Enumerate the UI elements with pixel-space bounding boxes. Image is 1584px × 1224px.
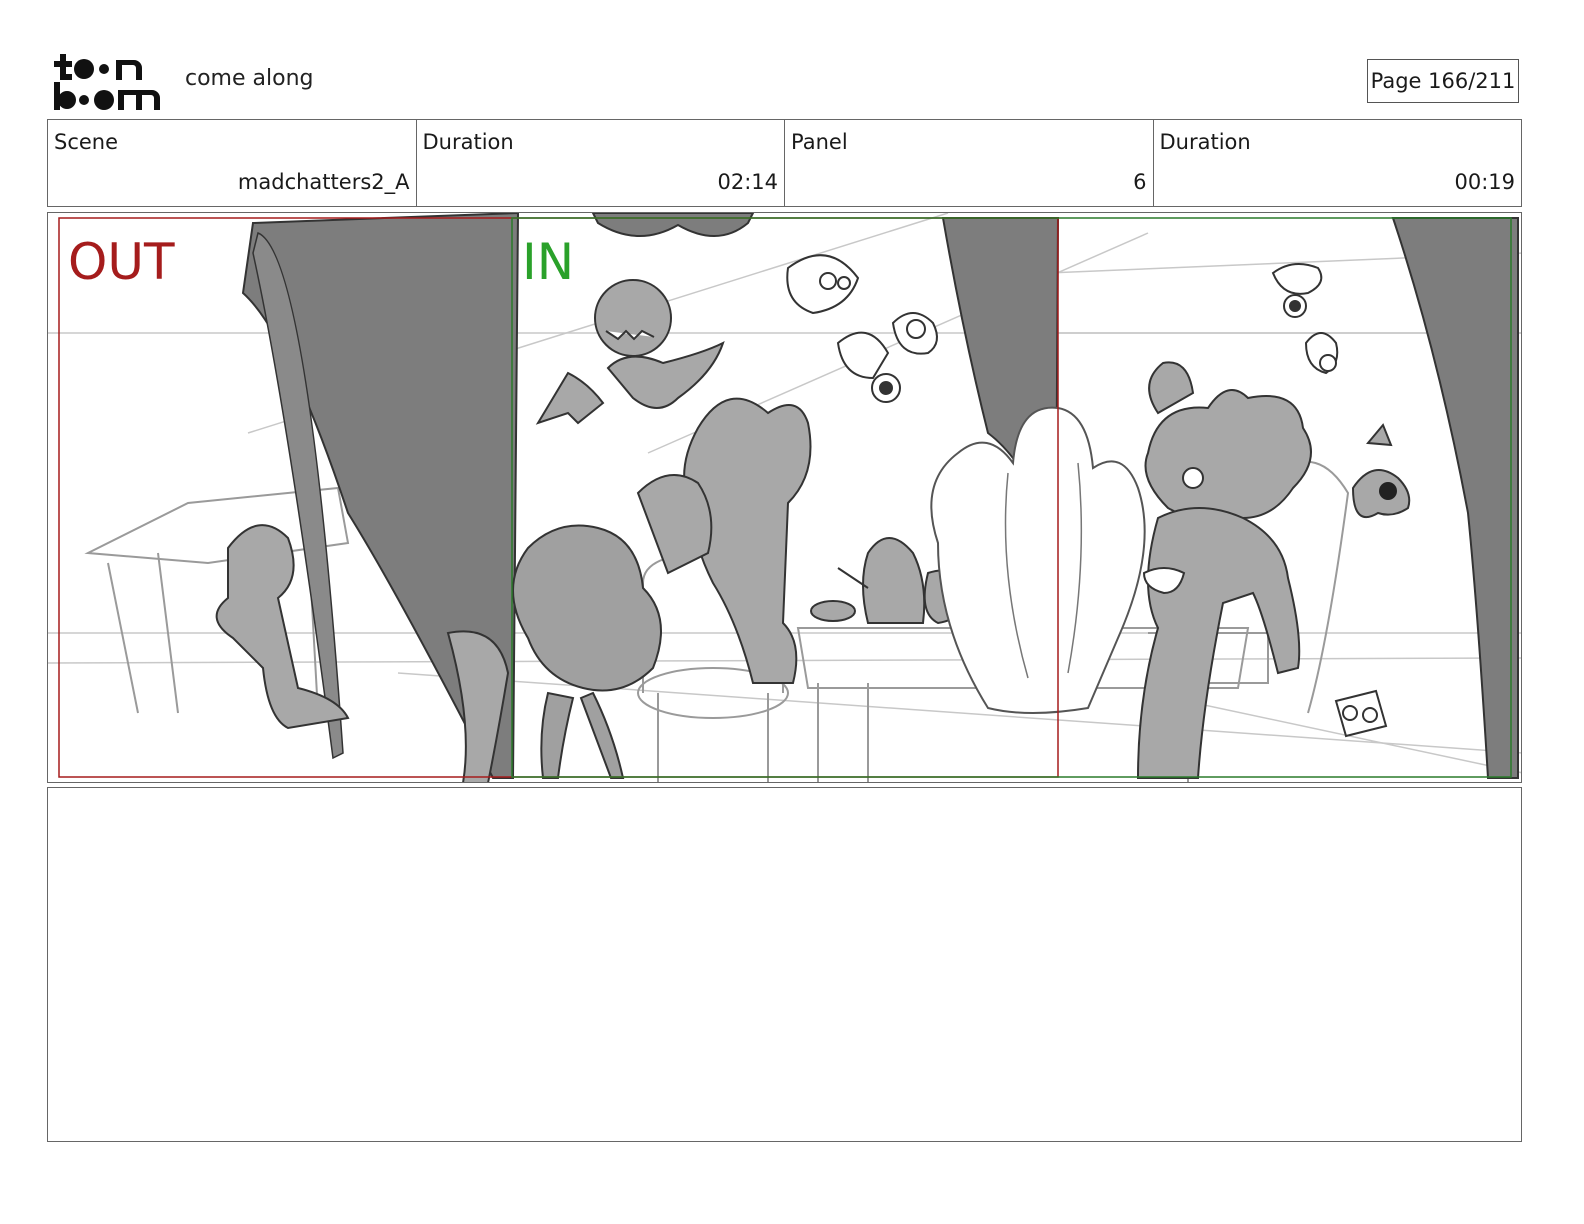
- panel-duration-value: 00:19: [1454, 170, 1515, 194]
- panel-notes-area: [47, 787, 1522, 1142]
- page-indicator: Page 166/211: [1367, 59, 1519, 103]
- panel-duration-cell: Duration 00:19: [1154, 120, 1522, 206]
- in-frame-marker: IN: [522, 233, 575, 291]
- scene-info-table: Scene madchatters2_A Duration 02:14 Pane…: [47, 119, 1522, 207]
- panel-duration-label: Duration: [1159, 130, 1251, 154]
- scene-duration-label: Duration: [422, 130, 514, 154]
- scene-label: Scene: [54, 130, 119, 154]
- scene-cell: Scene madchatters2_A: [48, 120, 417, 206]
- storyboard-panel: OUT IN: [47, 212, 1522, 783]
- out-frame-marker: OUT: [68, 233, 175, 291]
- scene-duration-cell: Duration 02:14: [417, 120, 785, 206]
- scene-value: madchatters2_A: [237, 170, 410, 194]
- project-title: come along: [185, 66, 314, 91]
- panel-cell: Panel 6: [785, 120, 1154, 206]
- scene-duration-value: 02:14: [717, 170, 778, 194]
- panel-sketch: [48, 213, 1521, 782]
- panel-value: 6: [1133, 170, 1147, 194]
- toon-boom-logo: [52, 52, 164, 112]
- panel-label: Panel: [791, 130, 848, 154]
